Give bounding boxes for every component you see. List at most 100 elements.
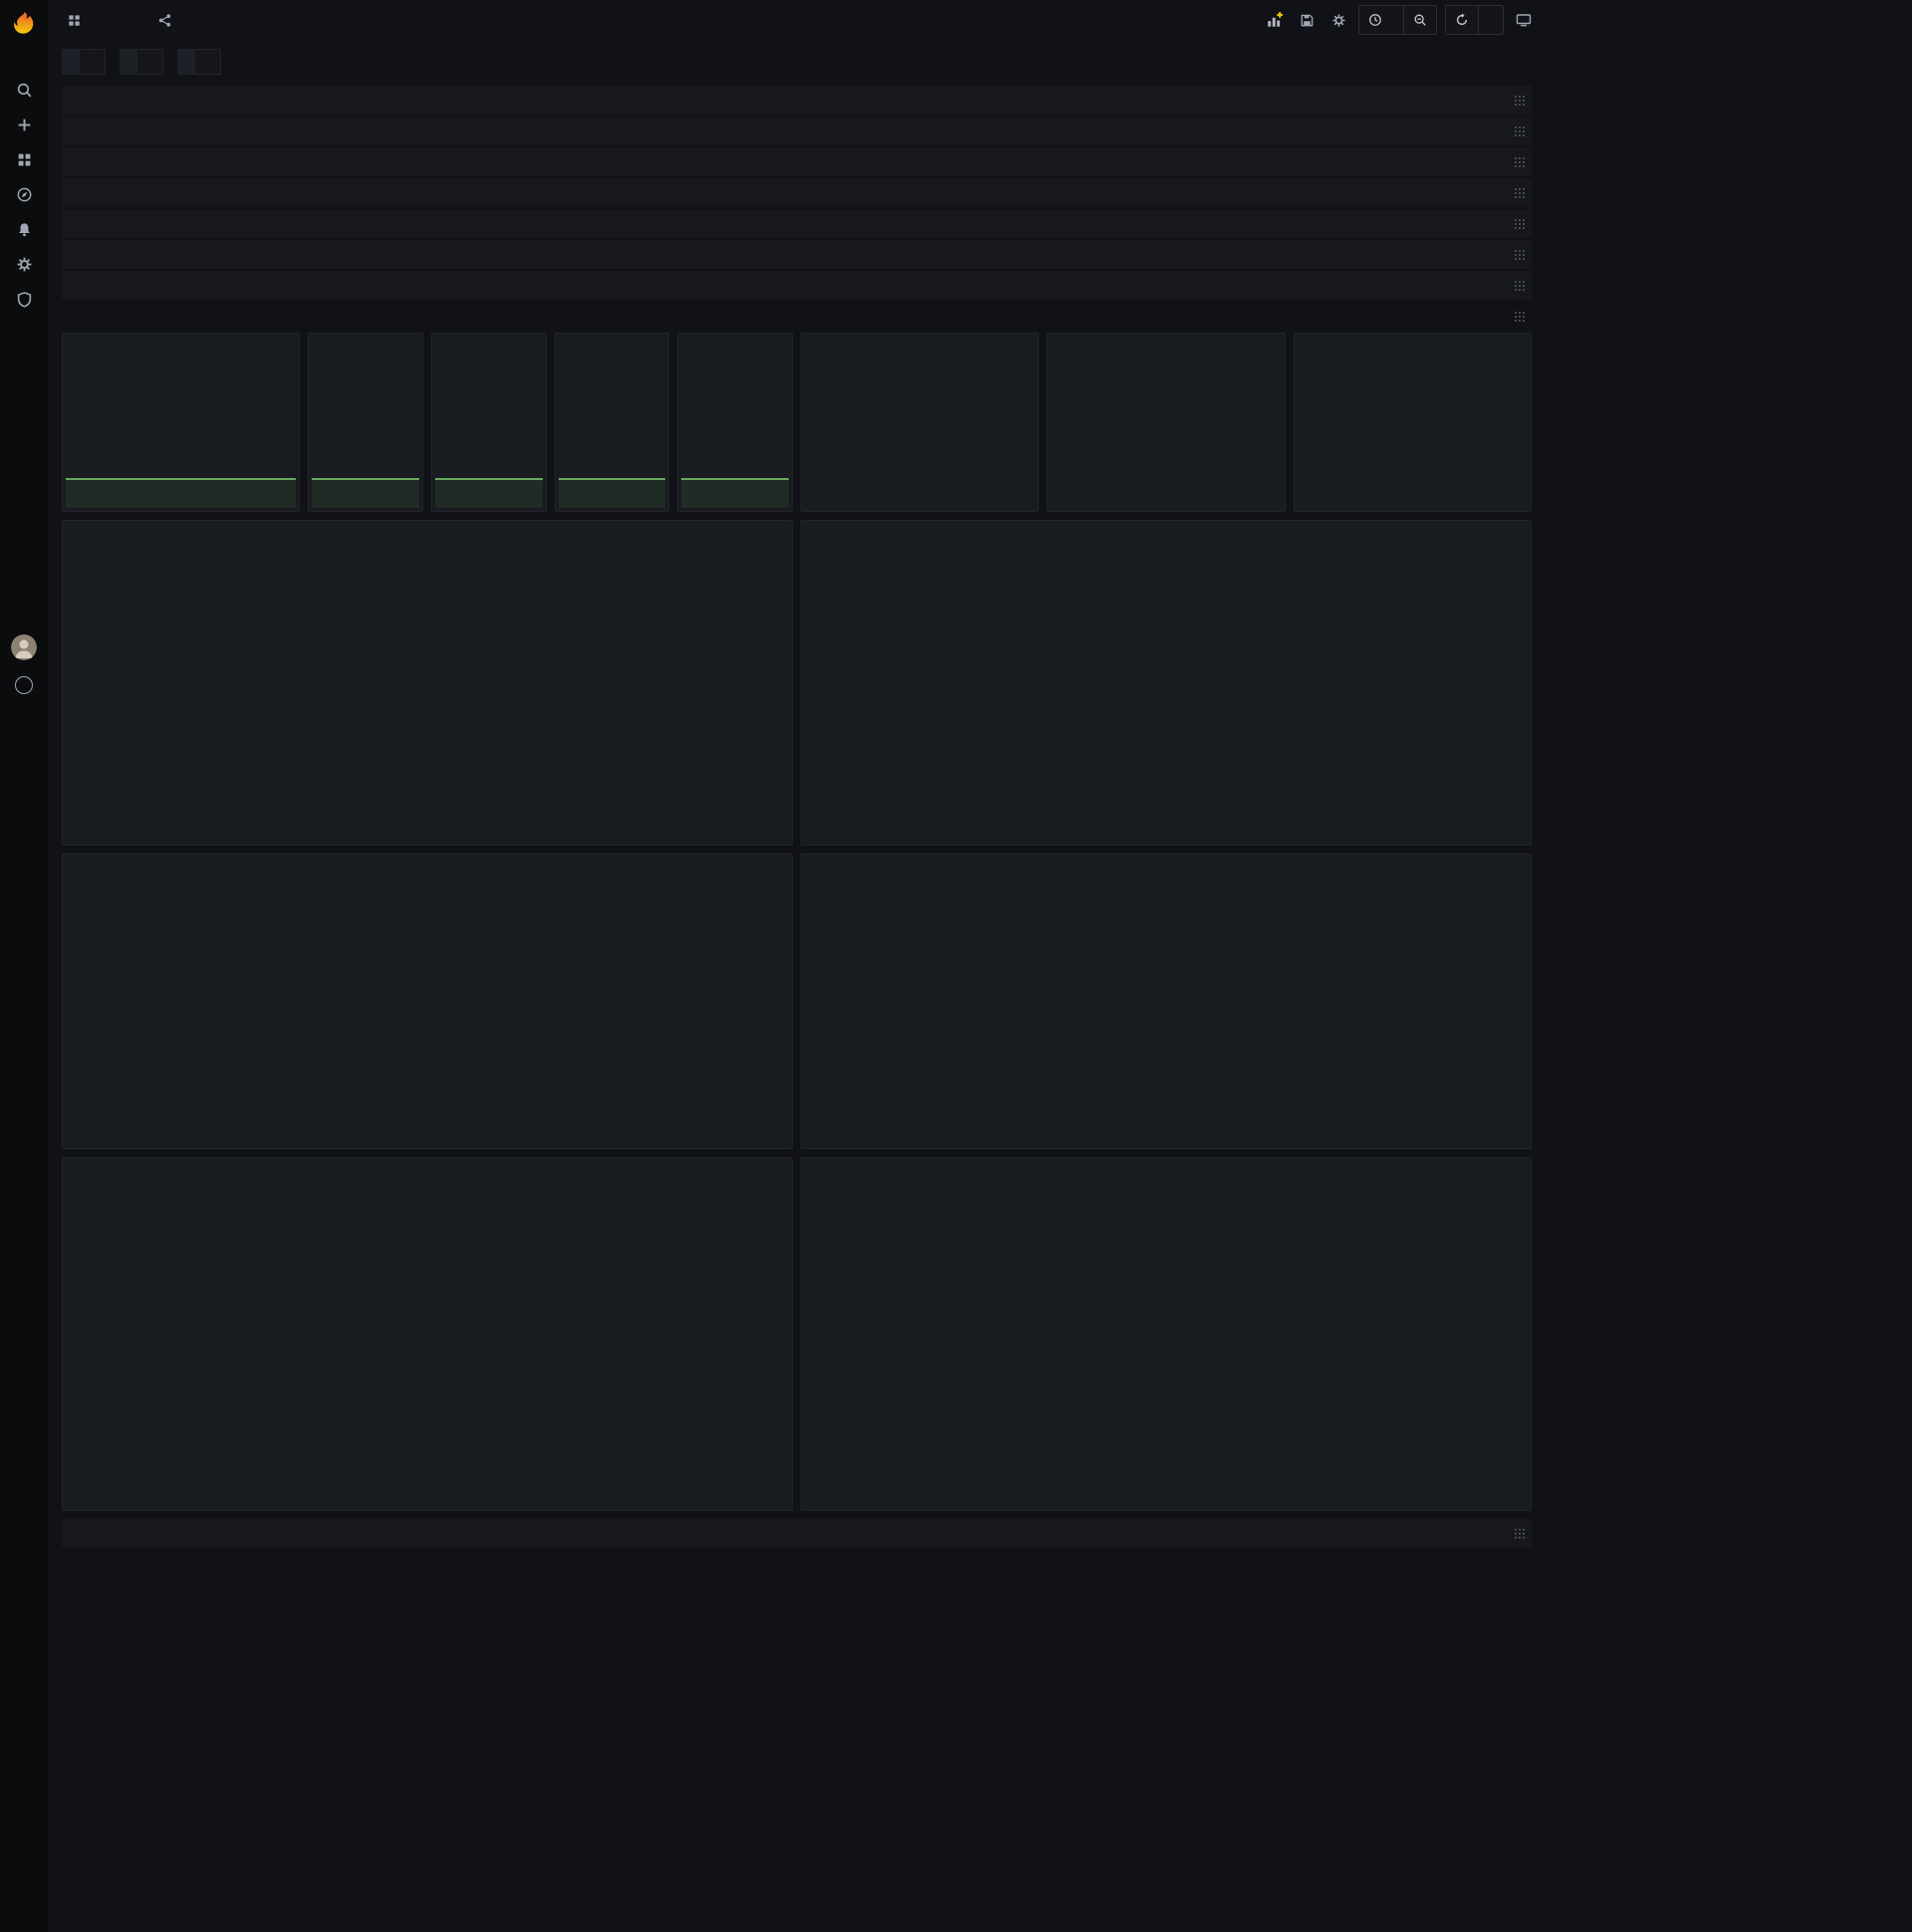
- panel-current-cpu-gauge: [800, 333, 1040, 512]
- alerting-bell-icon[interactable]: [4, 215, 44, 243]
- row-drag-handle[interactable]: [1514, 280, 1526, 291]
- panel-title[interactable]: [556, 334, 669, 342]
- server-admin-shield-icon[interactable]: [4, 285, 44, 313]
- dashboard-body: [48, 84, 1546, 1548]
- disk-used-chart: [63, 862, 792, 1143]
- topbar: [48, 0, 1546, 40]
- zoom-out-icon[interactable]: [1403, 6, 1436, 34]
- dashboard-grid-icon: [62, 7, 86, 33]
- row-dnode-usage[interactable]: [62, 302, 1532, 331]
- variable-database: [120, 49, 163, 75]
- star-icon[interactable]: [120, 7, 143, 33]
- dashboard-settings-icon[interactable]: [1326, 7, 1350, 33]
- net-legend: [802, 1505, 1531, 1510]
- panel-title[interactable]: [63, 334, 299, 342]
- sparkline: [434, 478, 543, 508]
- row-database-log[interactable]: [62, 240, 1532, 269]
- disk-rate-legend: [802, 1143, 1531, 1148]
- left-sidebar: [0, 0, 48, 1932]
- row-drag-handle[interactable]: [1514, 249, 1526, 260]
- sidebar-bottom: [0, 633, 48, 699]
- add-panel-icon[interactable]: [1263, 7, 1287, 33]
- variable-value-picker[interactable]: [80, 49, 106, 75]
- create-plus-icon[interactable]: [4, 111, 44, 138]
- main-area: [48, 0, 1546, 1548]
- charts-row-1: [62, 520, 1532, 845]
- charts-row-3: [62, 1157, 1532, 1511]
- panel-disk-used-gauge: [1293, 333, 1532, 512]
- grafana-logo[interactable]: [0, 0, 48, 46]
- panel-ram-usage: [801, 520, 1532, 845]
- memory-usage-gauge: [1048, 342, 1284, 511]
- search-icon[interactable]: [4, 76, 44, 104]
- panel-uptime: [62, 333, 301, 512]
- row-login-history[interactable]: [62, 1519, 1532, 1548]
- explore-compass-icon[interactable]: [4, 180, 44, 208]
- panel-cpu-usage: [62, 520, 793, 845]
- row-drag-handle[interactable]: [1514, 156, 1526, 167]
- disk-io-legend: [63, 1505, 792, 1510]
- refresh-interval-picker[interactable]: [1478, 6, 1503, 34]
- share-icon[interactable]: [152, 7, 176, 33]
- dashboards-icon[interactable]: [4, 145, 44, 173]
- time-range-picker[interactable]: [1359, 6, 1403, 34]
- row-requests[interactable]: [62, 178, 1532, 207]
- sidebar-nav: [0, 76, 48, 313]
- variable-fqdn: [62, 49, 106, 75]
- panel-disk-used-chart: [62, 853, 793, 1149]
- refresh-icon[interactable]: [1446, 6, 1478, 34]
- variable-value-picker[interactable]: [195, 49, 221, 75]
- panel-title[interactable]: [309, 334, 422, 342]
- row-cluster-status[interactable]: [62, 86, 1532, 115]
- sparkline: [66, 478, 297, 508]
- cpu-usage-gauge: [802, 342, 1038, 511]
- panel-title[interactable]: [432, 334, 546, 342]
- panel-cpu-cores: [430, 333, 547, 512]
- row-database-test[interactable]: [62, 271, 1532, 300]
- row-database-demo[interactable]: [62, 209, 1532, 238]
- disk-used-gauge: [1295, 342, 1531, 511]
- refresh-controls: [1445, 5, 1504, 35]
- net-chart: [802, 1166, 1531, 1505]
- row-drag-handle[interactable]: [1514, 1528, 1526, 1539]
- row-drag-handle[interactable]: [1514, 187, 1526, 198]
- cycle-view-mode-icon[interactable]: [1512, 7, 1536, 33]
- panel-vnodes-number: [554, 333, 670, 512]
- save-dashboard-icon[interactable]: [1295, 7, 1318, 33]
- ram-usage-legend: [802, 840, 1531, 845]
- help-icon[interactable]: [4, 671, 44, 699]
- row-drag-handle[interactable]: [1514, 95, 1526, 106]
- row-drag-handle[interactable]: [1514, 125, 1526, 136]
- time-controls: [1358, 5, 1437, 35]
- variable-value-picker[interactable]: [137, 49, 163, 75]
- row-drag-handle[interactable]: [1514, 218, 1526, 229]
- user-avatar[interactable]: [4, 633, 44, 661]
- variable-label: [62, 49, 80, 75]
- sparkline: [312, 478, 419, 508]
- disk-used-legend: [63, 1143, 792, 1148]
- panel-net: [801, 1157, 1532, 1511]
- stats-row: [62, 333, 1532, 512]
- dashboard-variables: [48, 40, 1546, 84]
- sparkline: [681, 478, 789, 508]
- panel-disk-rate-chart: [801, 853, 1532, 1149]
- clock-icon: [1369, 14, 1381, 26]
- cpu-usage-chart: [63, 529, 792, 840]
- row-dnodes-overview[interactable]: [62, 117, 1532, 145]
- row-drag-handle[interactable]: [1514, 311, 1526, 322]
- variable-label: [177, 49, 195, 75]
- panel-title[interactable]: [678, 334, 792, 342]
- sparkline: [558, 478, 666, 508]
- stat-value-wrap: [63, 342, 299, 478]
- panel-disk-io: [62, 1157, 793, 1511]
- row-mnodes-overview[interactable]: [62, 147, 1532, 176]
- configuration-gear-icon[interactable]: [4, 250, 44, 278]
- charts-row-2: [62, 853, 1532, 1149]
- panel-vnodes-masters: [677, 333, 793, 512]
- variable-interval: [177, 49, 221, 75]
- ram-usage-chart: [802, 529, 1531, 840]
- panel-current-memory-gauge: [1047, 333, 1286, 512]
- variable-label: [120, 49, 137, 75]
- cpu-usage-legend: [63, 840, 792, 845]
- disk-io-chart: [63, 1166, 792, 1505]
